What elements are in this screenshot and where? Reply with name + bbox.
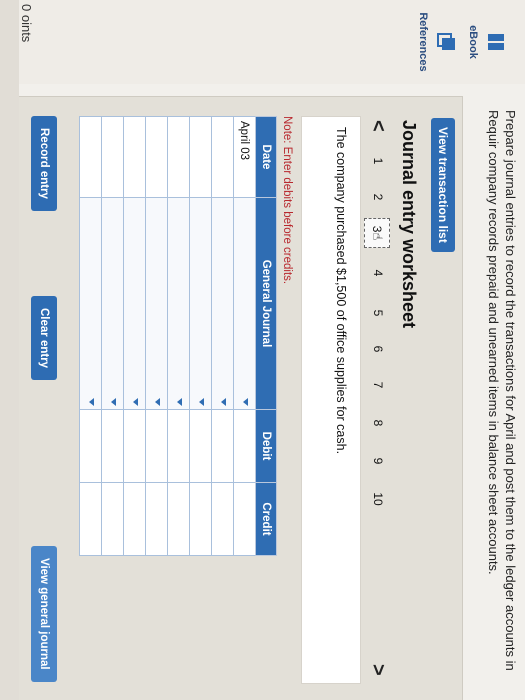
references-icon: [437, 33, 455, 50]
instructions-text: Prepare journal entries to record the tr…: [486, 110, 518, 671]
account-select[interactable]: [123, 197, 146, 410]
ebook-button[interactable]: eBook: [465, 12, 507, 72]
credit-input[interactable]: [79, 482, 102, 556]
account-select[interactable]: [101, 197, 124, 410]
page-3-active[interactable]: 3☝: [364, 218, 390, 248]
table-row: [79, 116, 102, 556]
page-2[interactable]: 2: [368, 186, 388, 208]
debit-input[interactable]: [167, 409, 190, 483]
table-row: [211, 116, 234, 556]
dropdown-caret-icon: [199, 398, 204, 406]
view-transaction-list-button[interactable]: View transaction list: [431, 118, 455, 252]
references-label: References: [417, 12, 429, 72]
action-buttons: Record entry Clear entry View general jo…: [29, 116, 57, 682]
ebook-label: eBook: [467, 25, 479, 59]
page-1[interactable]: 1: [368, 150, 388, 172]
debit-input[interactable]: [211, 409, 234, 483]
left-rail: eBook References 0 oints: [0, 0, 525, 84]
table-row: [167, 116, 190, 556]
debit-input[interactable]: [233, 409, 256, 483]
date-cell[interactable]: April 03: [233, 116, 256, 198]
page-7[interactable]: 7: [368, 374, 388, 396]
credit-input[interactable]: [233, 482, 256, 556]
col-general-journal: General Journal: [255, 197, 277, 410]
page-6[interactable]: 6: [368, 338, 388, 360]
debit-input[interactable]: [189, 409, 212, 483]
account-select[interactable]: [79, 197, 102, 410]
dropdown-caret-icon: [133, 398, 138, 406]
prev-arrow-icon[interactable]: <: [365, 120, 391, 132]
table-row: April 03: [233, 116, 256, 556]
pager: < 1 2 3☝ 4 5 6 7 8 9 10 >: [364, 116, 391, 686]
credit-input[interactable]: [189, 482, 212, 556]
page-5[interactable]: 5: [368, 302, 388, 324]
col-debit: Debit: [255, 409, 277, 483]
page-10[interactable]: 10: [368, 488, 388, 510]
dropdown-caret-icon: [155, 398, 160, 406]
dropdown-caret-icon: [177, 398, 182, 406]
debit-input[interactable]: [123, 409, 146, 483]
dropdown-caret-icon: [111, 398, 116, 406]
worksheet-title: Journal entry worksheet: [399, 120, 419, 329]
table-row: [101, 116, 124, 556]
date-cell[interactable]: [101, 116, 124, 198]
col-date: Date: [255, 116, 277, 198]
table-row: [189, 116, 212, 556]
account-select[interactable]: [167, 197, 190, 410]
account-select[interactable]: [145, 197, 168, 410]
question-text: The company purchased $1,500 of office s…: [334, 127, 348, 455]
page-9[interactable]: 9: [368, 450, 388, 472]
table-row: [145, 116, 168, 556]
debit-input[interactable]: [101, 409, 124, 483]
account-select[interactable]: [189, 197, 212, 410]
dropdown-caret-icon: [89, 398, 94, 406]
date-cell[interactable]: [211, 116, 234, 198]
dropdown-caret-icon: [221, 398, 226, 406]
credit-input[interactable]: [123, 482, 146, 556]
date-cell[interactable]: [189, 116, 212, 198]
references-button[interactable]: References: [415, 12, 457, 72]
journal-table: Date General Journal Debit Credit April …: [79, 116, 277, 556]
next-arrow-icon[interactable]: >: [365, 664, 391, 676]
clear-entry-button[interactable]: Clear entry: [31, 296, 57, 381]
date-cell[interactable]: [79, 116, 102, 198]
debit-input[interactable]: [145, 409, 168, 483]
credit-input[interactable]: [101, 482, 124, 556]
credit-input[interactable]: [211, 482, 234, 556]
bottom-strip: [0, 0, 19, 700]
page-8[interactable]: 8: [368, 412, 388, 434]
date-cell[interactable]: [123, 116, 146, 198]
table-row: [123, 116, 146, 556]
journal-table-wrap: Date General Journal Debit Credit April …: [79, 116, 277, 556]
note-text: Note: Enter debits before credits.: [281, 116, 293, 285]
credit-input[interactable]: [145, 482, 168, 556]
hand-pointer-icon: ☝: [370, 232, 385, 241]
points-label: 0 oints: [19, 4, 34, 43]
date-cell[interactable]: [145, 116, 168, 198]
credit-input[interactable]: [167, 482, 190, 556]
record-entry-button[interactable]: Record entry: [31, 116, 57, 211]
book-icon: [488, 34, 504, 50]
rotated-screen: eBook References 0 oints Prepare journal…: [0, 0, 525, 700]
account-select[interactable]: [211, 197, 234, 410]
page-4[interactable]: 4: [368, 262, 388, 284]
view-general-journal-button[interactable]: View general journal: [31, 546, 57, 682]
question-box: The company purchased $1,500 of office s…: [301, 116, 361, 684]
col-credit: Credit: [255, 482, 277, 556]
date-cell[interactable]: [167, 116, 190, 198]
debit-input[interactable]: [79, 409, 102, 483]
account-select[interactable]: [233, 197, 256, 410]
dropdown-caret-icon: [243, 398, 248, 406]
